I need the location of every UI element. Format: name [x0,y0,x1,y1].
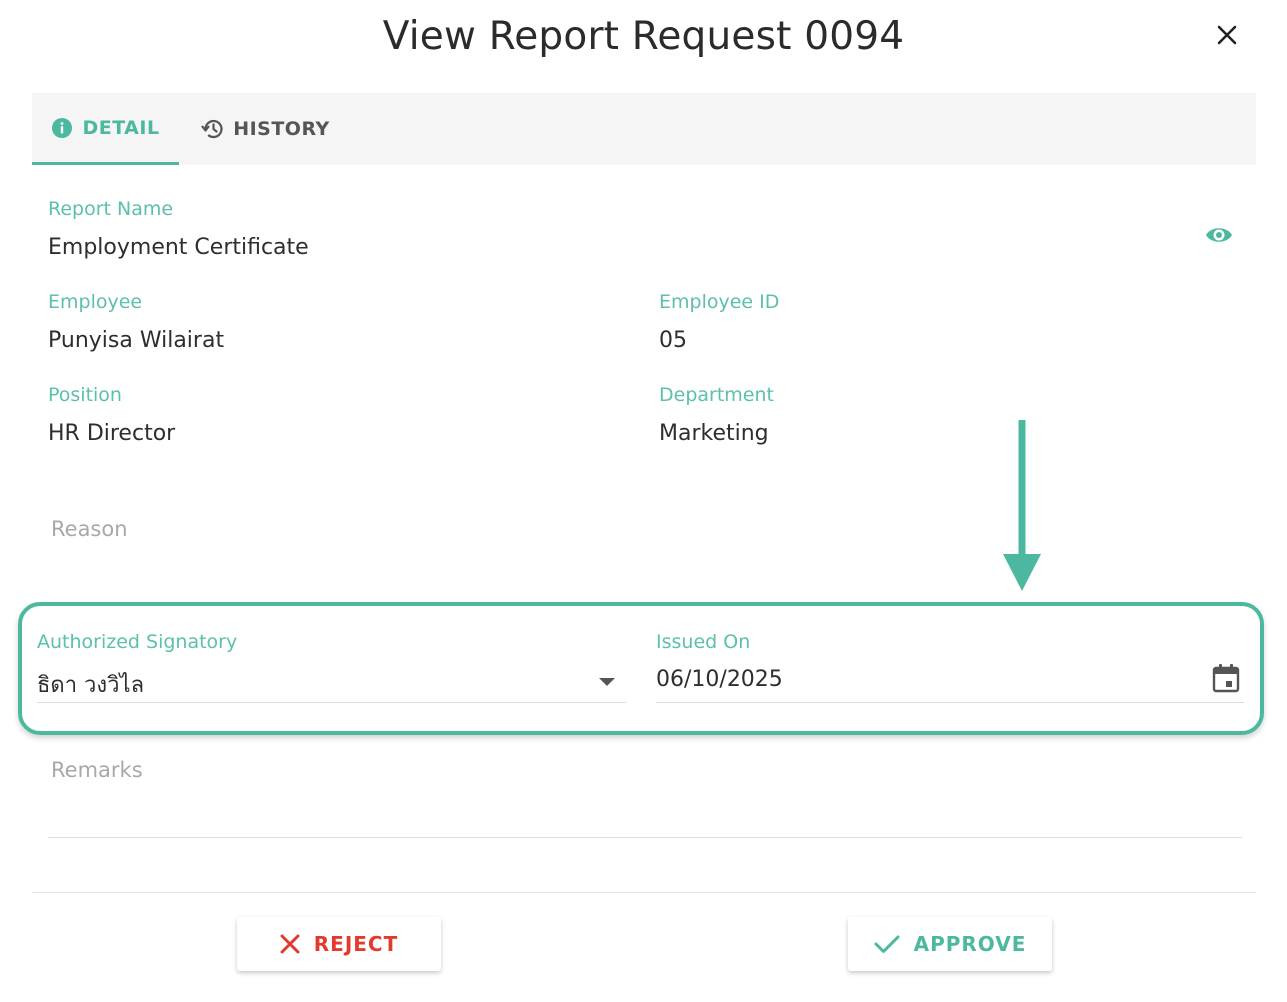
dialog-title: View Report Request 0094 [382,14,905,59]
department-value: Marketing [659,421,769,446]
approve-label: APPROVE [913,932,1027,956]
highlight-box [18,602,1264,735]
reason-field[interactable]: Reason [51,517,128,541]
actions-divider [32,892,1256,893]
remarks-field[interactable]: Remarks [51,758,143,782]
preview-button[interactable] [1204,222,1234,248]
info-icon [51,117,73,139]
tab-detail[interactable]: DETAIL [32,93,179,165]
approve-button[interactable]: APPROVE [848,917,1052,971]
report-name-label: Report Name [48,198,174,220]
issued-on-label: Issued On [656,631,751,653]
down-arrow-annotation [1003,420,1041,591]
authorized-signatory-select[interactable]: ธิดา วงวิไล [37,667,144,702]
remarks-underline [48,837,1242,838]
tab-history[interactable]: HISTORY [200,93,330,165]
tab-detail-label: DETAIL [82,116,160,139]
issued-on-underline [656,702,1244,703]
close-button[interactable] [1212,20,1242,50]
position-label: Position [48,384,122,406]
history-icon [200,118,224,140]
employee-id-value: 05 [659,328,687,353]
employee-label: Employee [48,291,143,313]
reject-button[interactable]: REJECT [237,917,441,971]
employee-id-label: Employee ID [659,291,780,313]
check-icon [874,934,900,954]
position-value: HR Director [48,421,176,446]
department-label: Department [659,384,774,406]
employee-value: Punyisa Wilairat [48,328,225,353]
eye-icon [1206,228,1232,242]
calendar-icon[interactable] [1210,662,1242,694]
x-icon [280,934,300,954]
signatory-underline [37,702,626,703]
tab-bar: DETAIL HISTORY [32,93,1256,165]
authorized-signatory-label: Authorized Signatory [37,631,238,653]
reject-label: REJECT [313,932,399,956]
tab-history-label: HISTORY [233,118,330,140]
report-name-value: Employment Certificate [48,235,309,260]
dropdown-arrow-icon[interactable] [598,676,616,688]
issued-on-input[interactable]: 06/10/2025 [656,667,783,692]
close-icon [1217,25,1237,45]
